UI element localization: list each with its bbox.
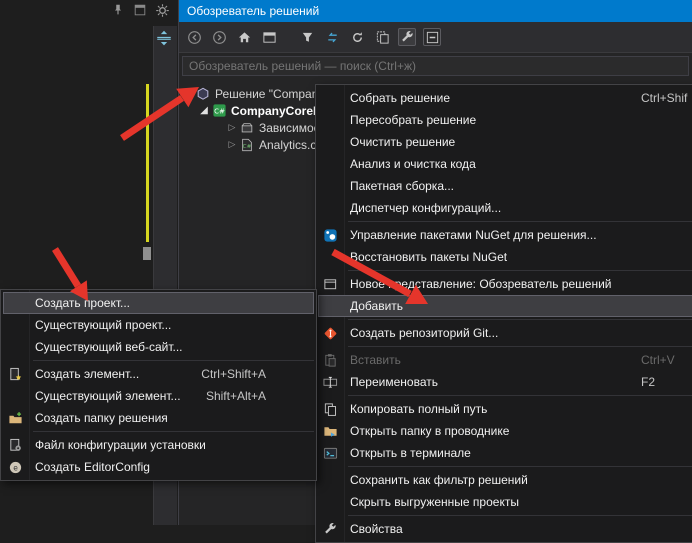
- menu-separator: [348, 466, 692, 467]
- submenu-item-setup-configuration-file[interactable]: Файл конфигурации установки: [1, 434, 316, 456]
- menu-item-batch-build[interactable]: Пакетная сборка...: [316, 175, 692, 197]
- menu-item-copy-full-path[interactable]: Копировать полный путь: [316, 398, 692, 420]
- setup-config-icon: [7, 437, 23, 453]
- menu-item-open-folder-in-explorer[interactable]: Открыть папку в проводнике: [316, 420, 692, 442]
- new-folder-icon: [7, 410, 23, 426]
- refresh-icon[interactable]: [348, 28, 366, 46]
- menu-item-clean-solution[interactable]: Очистить решение: [316, 131, 692, 153]
- menu-item-code-cleanup[interactable]: Анализ и очистка кода: [316, 153, 692, 175]
- scrollbar-thumb[interactable]: [143, 247, 151, 260]
- menu-item-paste[interactable]: Вставить Ctrl+V: [316, 349, 692, 371]
- menu-separator: [348, 270, 692, 271]
- expander-icon[interactable]: ▷: [225, 123, 239, 133]
- menu-item-add[interactable]: Добавить: [318, 295, 692, 317]
- csharp-file-icon: C#: [239, 137, 255, 152]
- menu-item-properties[interactable]: Свойства: [316, 518, 692, 540]
- menu-separator: [348, 346, 692, 347]
- paste-icon: [322, 352, 338, 368]
- new-item-icon: [7, 366, 23, 382]
- menu-separator: [33, 431, 314, 432]
- svg-text:C#: C#: [214, 106, 225, 115]
- menu-separator: [348, 319, 692, 320]
- new-view-icon: [322, 276, 338, 292]
- menu-separator: [348, 221, 692, 222]
- editorconfig-icon: e: [7, 459, 23, 475]
- submenu-item-existing-project[interactable]: Существующий проект...: [1, 314, 316, 336]
- show-all-files-icon[interactable]: [373, 28, 391, 46]
- submenu-item-existing-website[interactable]: Существующий веб-сайт...: [1, 336, 316, 358]
- frame-icon[interactable]: [132, 2, 148, 18]
- pending-changes-filter-icon[interactable]: [298, 28, 316, 46]
- panel-title: Обозреватель решений: [187, 4, 319, 18]
- svg-text:e: e: [13, 463, 18, 472]
- search-box[interactable]: [182, 56, 689, 76]
- rename-icon: [322, 374, 338, 390]
- expander-icon[interactable]: ▷: [225, 140, 239, 150]
- pane-top-icons: [110, 2, 170, 18]
- solution-icon: [195, 86, 211, 101]
- home-icon[interactable]: [235, 28, 253, 46]
- menu-item-open-in-terminal[interactable]: Открыть в терминале: [316, 442, 692, 464]
- submenu-item-existing-item[interactable]: Существующий элемент... Shift+Alt+A: [1, 385, 316, 407]
- csharp-project-icon: C#: [211, 103, 227, 118]
- modified-lines-marker: [146, 84, 149, 242]
- menu-separator: [33, 360, 314, 361]
- menu-item-configuration-manager[interactable]: Диспетчер конфигураций...: [316, 197, 692, 219]
- menu-separator: [348, 395, 692, 396]
- menu-item-rename[interactable]: Переименовать F2: [316, 371, 692, 393]
- menu-separator: [348, 515, 692, 516]
- gear-icon[interactable]: [154, 2, 170, 18]
- menu-item-create-git-repository[interactable]: Создать репозиторий Git...: [316, 322, 692, 344]
- svg-text:C#: C#: [243, 144, 252, 150]
- nuget-icon: [322, 227, 338, 243]
- terminal-icon: [322, 445, 338, 461]
- context-menu: Собрать решение Ctrl+Shif Пересобрать ре…: [315, 84, 692, 543]
- back-icon[interactable]: [185, 28, 203, 46]
- expander-icon[interactable]: ◢: [197, 105, 211, 116]
- properties-wrench-icon[interactable]: [398, 28, 416, 46]
- switch-views-icon[interactable]: [260, 28, 278, 46]
- collapse-all-icon[interactable]: [423, 28, 441, 46]
- panel-title-bar[interactable]: Обозреватель решений: [179, 0, 692, 22]
- submenu-item-new-item[interactable]: Создать элемент... Ctrl+Shift+A: [1, 363, 316, 385]
- menu-item-build-solution[interactable]: Собрать решение Ctrl+Shif: [316, 87, 692, 109]
- folder-explorer-icon: [322, 423, 338, 439]
- copy-path-icon: [322, 401, 338, 417]
- menu-item-restore-nuget-packages[interactable]: Восстановить пакеты NuGet: [316, 246, 692, 268]
- submenu-item-new-project[interactable]: Создать проект...: [3, 292, 314, 314]
- dependencies-icon: [239, 120, 255, 135]
- menu-item-rebuild-solution[interactable]: Пересобрать решение: [316, 109, 692, 131]
- solution-explorer-toolbar: [179, 22, 692, 53]
- submenu-item-create-editorconfig[interactable]: e Создать EditorConfig: [1, 456, 316, 478]
- sync-with-active-document-icon[interactable]: [323, 28, 341, 46]
- forward-icon[interactable]: [210, 28, 228, 46]
- submenu-item-new-solution-folder[interactable]: Создать папку решения: [1, 407, 316, 429]
- menu-item-save-as-solution-filter[interactable]: Сохранить как фильтр решений: [316, 469, 692, 491]
- menu-item-new-solution-explorer-view[interactable]: Новое представление: Обозреватель решени…: [316, 273, 692, 295]
- add-submenu: Создать проект... Существующий проект...…: [0, 289, 317, 481]
- menu-item-manage-nuget-packages[interactable]: Управление пакетами NuGet для решения...: [316, 224, 692, 246]
- git-icon: [322, 325, 338, 341]
- pin-icon[interactable]: [110, 2, 126, 18]
- wrench-icon: [322, 521, 338, 537]
- split-handle-icon[interactable]: [155, 29, 173, 47]
- search-input[interactable]: [189, 59, 682, 73]
- menu-item-hide-unloaded-projects[interactable]: Скрыть выгруженные проекты: [316, 491, 692, 513]
